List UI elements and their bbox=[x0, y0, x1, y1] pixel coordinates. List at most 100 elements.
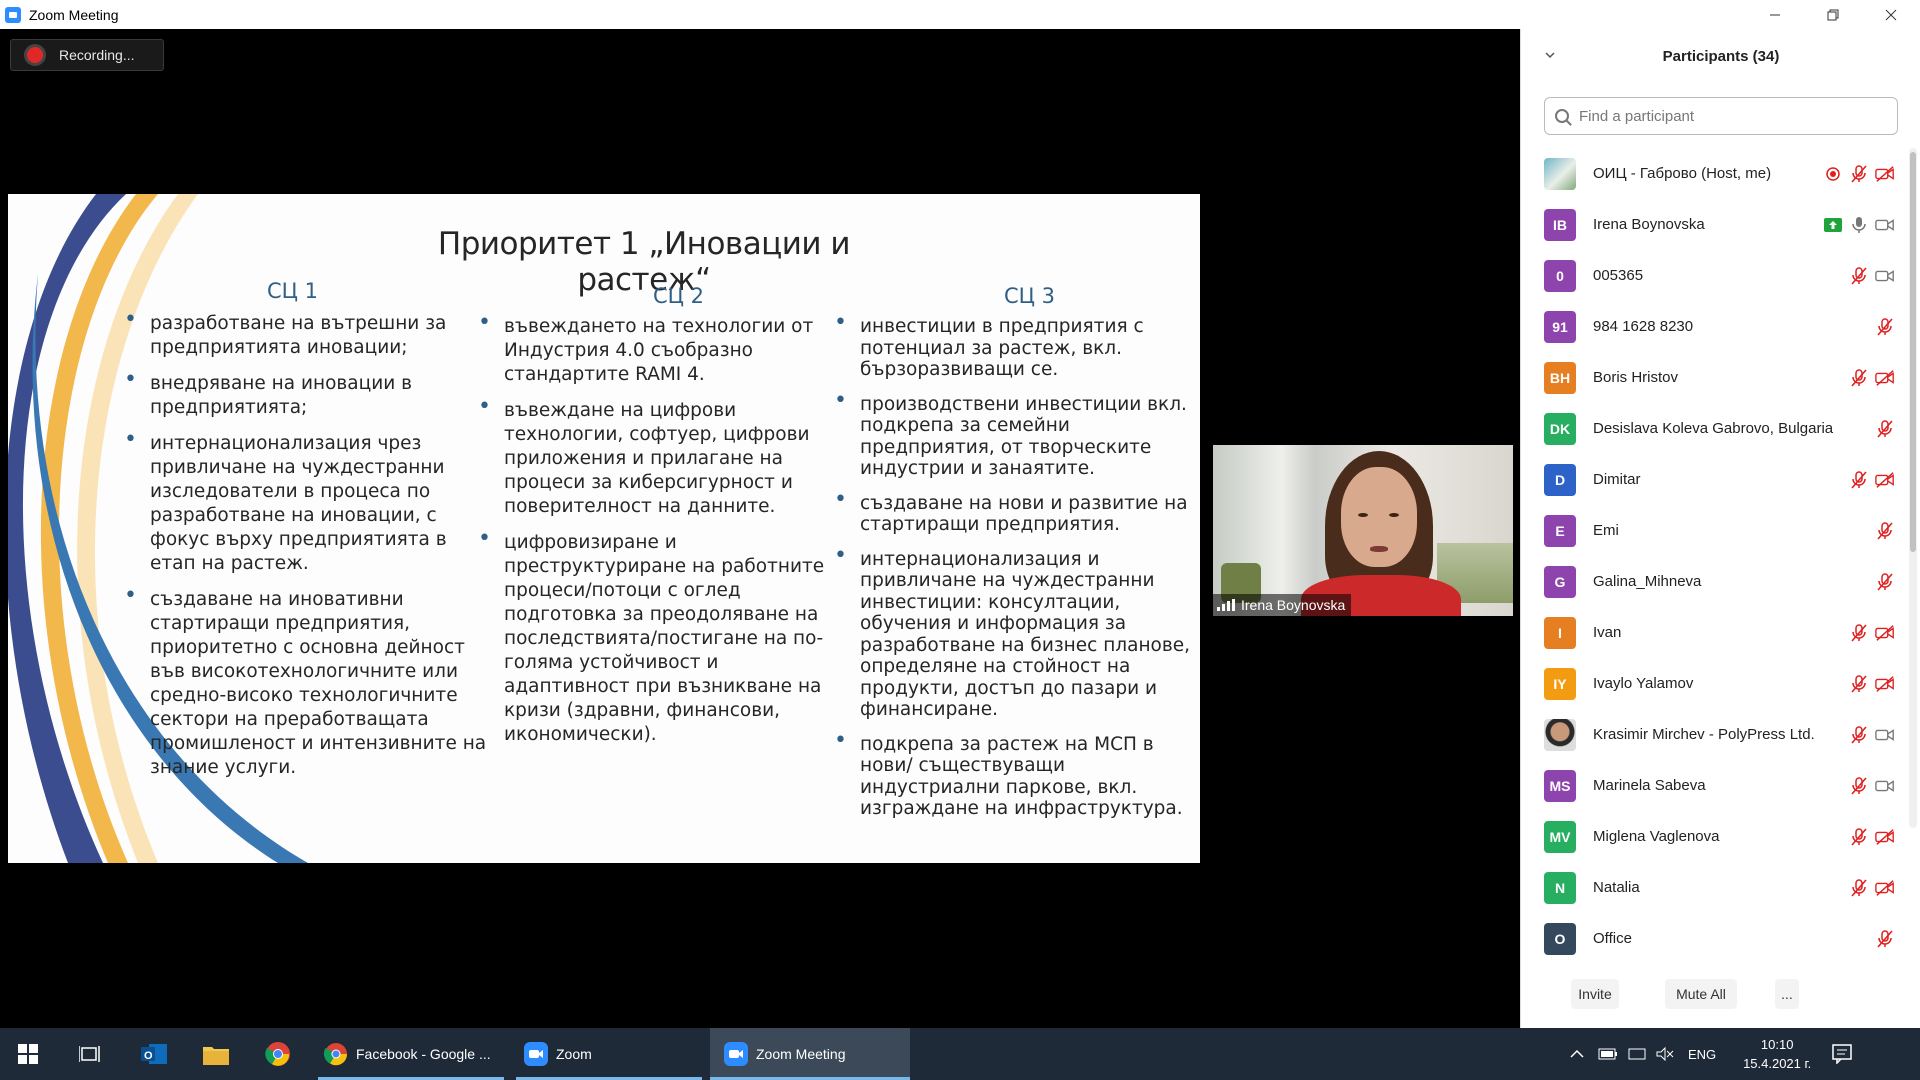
video-off-icon[interactable] bbox=[1875, 674, 1895, 694]
list-item: цифровизиране и преструктуриране на рабо… bbox=[478, 527, 826, 747]
mic-muted-icon[interactable] bbox=[1849, 776, 1869, 796]
mic-muted-icon[interactable] bbox=[1875, 521, 1895, 541]
recording-label: Recording... bbox=[59, 47, 135, 63]
mic-muted-icon[interactable] bbox=[1875, 572, 1895, 592]
avatar: 0 bbox=[1544, 259, 1576, 292]
video-off-icon[interactable] bbox=[1875, 623, 1895, 643]
participant-row[interactable]: 0 005365 bbox=[1521, 250, 1920, 301]
participant-row[interactable]: I Ivan bbox=[1521, 607, 1920, 658]
taskbar-app-zoom-meeting[interactable]: Zoom Meeting bbox=[710, 1028, 910, 1080]
participant-row[interactable]: DK Desislava Koleva Gabrovo, Bulgaria bbox=[1521, 403, 1920, 454]
participant-row[interactable]: O Office bbox=[1521, 913, 1920, 964]
mic-muted-icon[interactable] bbox=[1875, 929, 1895, 949]
more-options-button[interactable]: ... bbox=[1775, 979, 1799, 1009]
chevron-up-icon[interactable] bbox=[1570, 1049, 1584, 1059]
video-icon[interactable] bbox=[1875, 725, 1895, 745]
video-off-icon[interactable] bbox=[1875, 164, 1895, 184]
face-image bbox=[1341, 467, 1417, 567]
taskbar-app-zoom[interactable]: Zoom bbox=[516, 1028, 702, 1080]
list-item: създаване на нови и развитие на стартира… bbox=[834, 489, 1196, 536]
restore-button[interactable] bbox=[1804, 0, 1862, 29]
mic-icon[interactable] bbox=[1849, 215, 1869, 235]
participant-row[interactable]: N Natalia bbox=[1521, 862, 1920, 913]
bullet-list: инвестиции в предприятия с потенциал за … bbox=[834, 312, 1196, 833]
scrollbar-thumb[interactable] bbox=[1910, 152, 1916, 552]
minimize-button[interactable] bbox=[1746, 0, 1804, 29]
participant-status-icons bbox=[1875, 301, 1895, 352]
invite-button[interactable]: Invite bbox=[1571, 979, 1619, 1009]
participant-row[interactable]: Krasimir Mirchev - PolyPress Ltd. bbox=[1521, 709, 1920, 760]
volume-muted-icon[interactable] bbox=[1656, 1047, 1674, 1061]
mic-muted-icon[interactable] bbox=[1849, 266, 1869, 286]
video-icon[interactable] bbox=[1875, 215, 1895, 235]
list-item: инвестиции в предприятия с потенциал за … bbox=[834, 312, 1196, 381]
search-input[interactable] bbox=[1579, 107, 1879, 125]
mic-muted-icon[interactable] bbox=[1849, 623, 1869, 643]
close-button[interactable] bbox=[1862, 0, 1920, 29]
participant-status-icons bbox=[1849, 352, 1895, 403]
participant-search[interactable] bbox=[1544, 97, 1898, 135]
network-icon[interactable] bbox=[1628, 1047, 1646, 1061]
participant-status-icons bbox=[1849, 811, 1895, 862]
mic-muted-icon[interactable] bbox=[1849, 827, 1869, 847]
taskbar-app-facebook[interactable]: Facebook - Google ... bbox=[318, 1028, 504, 1080]
participant-row[interactable]: 91 984 1628 8230 bbox=[1521, 301, 1920, 352]
video-icon[interactable] bbox=[1875, 776, 1895, 796]
mic-muted-icon[interactable] bbox=[1875, 419, 1895, 439]
file-explorer-button[interactable] bbox=[190, 1028, 242, 1080]
panel-scrollbar[interactable] bbox=[1909, 148, 1917, 828]
video-off-icon[interactable] bbox=[1875, 827, 1895, 847]
task-view-button[interactable] bbox=[66, 1028, 114, 1080]
participant-status-icons bbox=[1849, 760, 1895, 811]
clock[interactable]: 10:10 15.4.2021 г. bbox=[1738, 1035, 1816, 1073]
list-item: създаване на иновативни стартиращи предп… bbox=[124, 584, 494, 780]
notifications-icon[interactable] bbox=[1832, 1044, 1854, 1064]
record-icon[interactable] bbox=[1823, 164, 1843, 184]
chrome-icon bbox=[324, 1043, 348, 1066]
video-icon[interactable] bbox=[1875, 266, 1895, 286]
participant-name: ОИЦ - Габрово (Host, me) bbox=[1593, 165, 1772, 182]
mic-muted-icon[interactable] bbox=[1849, 674, 1869, 694]
mic-muted-icon[interactable] bbox=[1849, 878, 1869, 898]
participant-row[interactable]: G Galina_Mihneva bbox=[1521, 556, 1920, 607]
participant-row[interactable]: IB Irena Boynovska bbox=[1521, 199, 1920, 250]
participant-status-icons bbox=[1875, 556, 1895, 607]
windows-logo-icon bbox=[18, 1044, 38, 1064]
video-off-icon[interactable] bbox=[1875, 368, 1895, 388]
list-item: разработване на вътрешни за предприятият… bbox=[124, 308, 494, 360]
start-button[interactable] bbox=[0, 1028, 56, 1080]
avatar: N bbox=[1544, 871, 1576, 904]
mic-muted-icon[interactable] bbox=[1849, 470, 1869, 490]
participant-row[interactable]: MV Miglena Vaglenova bbox=[1521, 811, 1920, 862]
mic-muted-icon[interactable] bbox=[1849, 725, 1869, 745]
panel-footer: Invite Mute All ... bbox=[1521, 979, 1920, 1015]
participant-row[interactable]: ОИЦ - Габрово (Host, me) bbox=[1521, 148, 1920, 199]
language-indicator[interactable]: ENG bbox=[1688, 1047, 1716, 1062]
minimize-icon bbox=[1770, 14, 1780, 15]
video-off-icon[interactable] bbox=[1875, 878, 1895, 898]
title-bar: Zoom Meeting bbox=[0, 0, 1920, 29]
participant-row[interactable]: IY Ivaylo Yalamov bbox=[1521, 658, 1920, 709]
mic-muted-icon[interactable] bbox=[1849, 164, 1869, 184]
outlook-button[interactable]: O bbox=[128, 1028, 180, 1080]
video-off-icon[interactable] bbox=[1875, 470, 1895, 490]
participant-name: Office bbox=[1593, 930, 1632, 947]
participant-name: Marinela Sabeva bbox=[1593, 777, 1706, 794]
clock-time: 10:10 bbox=[1760, 1037, 1794, 1052]
participant-row[interactable]: D Dimitar bbox=[1521, 454, 1920, 505]
participant-status-icons bbox=[1875, 403, 1895, 454]
participant-video-tile[interactable]: Irena Boynovska bbox=[1213, 445, 1513, 616]
chrome-button[interactable] bbox=[252, 1028, 304, 1080]
mute-all-button[interactable]: Mute All bbox=[1665, 979, 1737, 1009]
avatar-photo bbox=[1544, 157, 1576, 190]
mic-muted-icon[interactable] bbox=[1875, 317, 1895, 337]
participant-row[interactable]: BH Boris Hristov bbox=[1521, 352, 1920, 403]
participant-row[interactable]: E Emi bbox=[1521, 505, 1920, 556]
avatar: I bbox=[1544, 616, 1576, 649]
participant-name: Krasimir Mirchev - PolyPress Ltd. bbox=[1593, 726, 1815, 743]
share-screen-icon[interactable] bbox=[1823, 215, 1843, 235]
recording-indicator[interactable]: Recording... bbox=[10, 39, 164, 71]
mic-muted-icon[interactable] bbox=[1849, 368, 1869, 388]
battery-icon[interactable] bbox=[1598, 1047, 1618, 1061]
participant-row[interactable]: MS Marinela Sabeva bbox=[1521, 760, 1920, 811]
